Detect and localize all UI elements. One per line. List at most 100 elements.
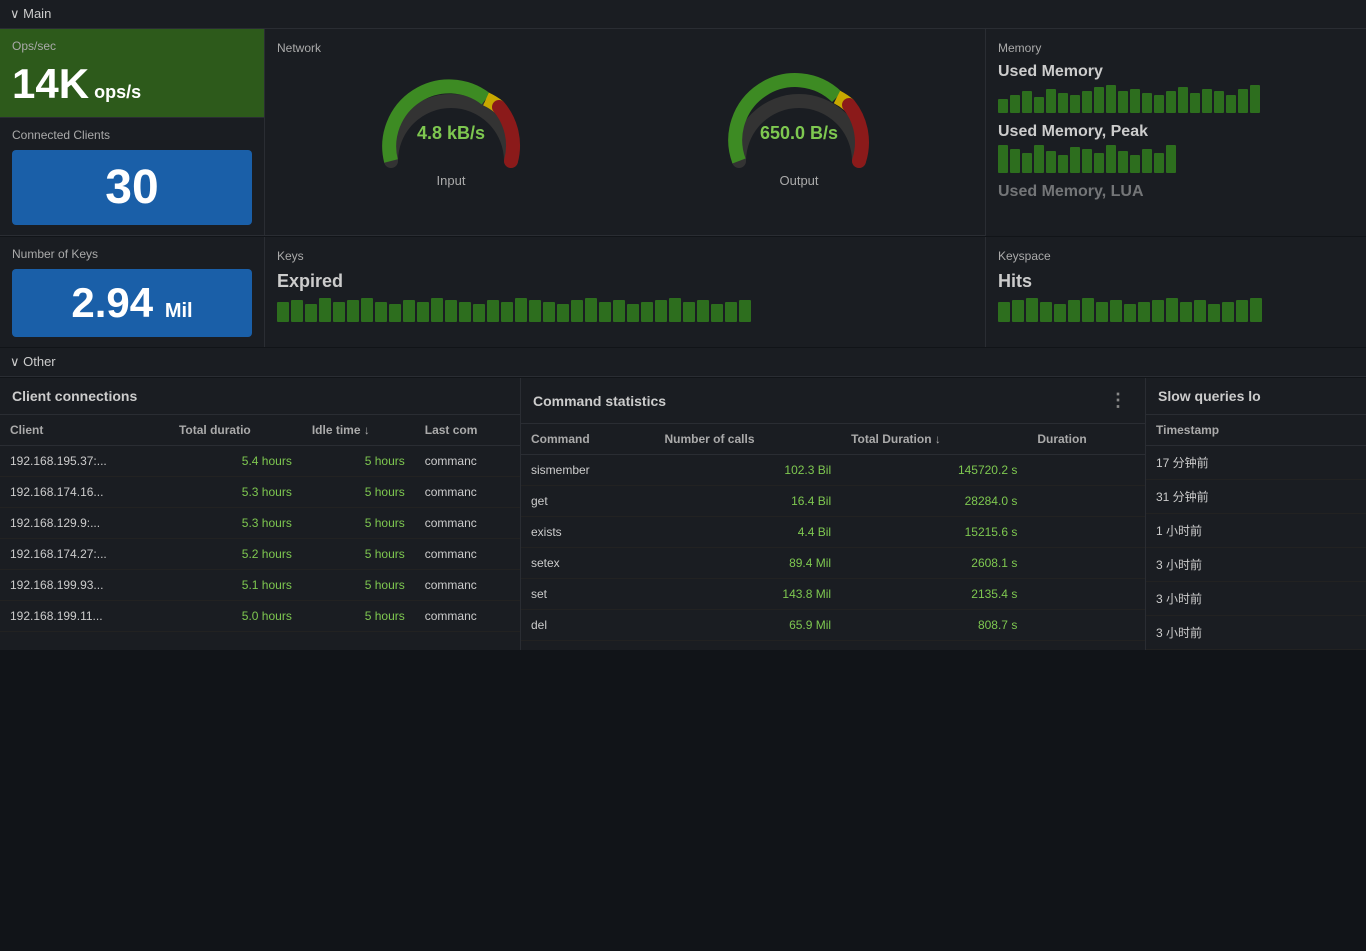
- idle-time: 5 hours: [302, 539, 415, 570]
- used-memory-peak-item: Used Memory, Peak: [998, 123, 1354, 173]
- number-of-keys-panel: Number of Keys 2.94 Mil: [0, 237, 264, 347]
- timestamp-val: 3 小时前: [1146, 548, 1366, 582]
- num-calls: 16.4 Bil: [654, 486, 841, 517]
- timestamp-val: 3 小时前: [1146, 616, 1366, 650]
- svg-text:650.0 B/s: 650.0 B/s: [760, 123, 838, 143]
- command-stats-panel: Command statistics ⋮ Command Number of c…: [521, 378, 1145, 650]
- idle-time: 5 hours: [302, 446, 415, 477]
- keyspace-panel: Keyspace Hits: [986, 237, 1366, 347]
- memory-panel: Memory Used Memory Used Memory, Peak: [986, 29, 1366, 236]
- total-duration: 5.2 hours: [169, 539, 302, 570]
- used-memory-label: Used Memory: [998, 63, 1354, 81]
- used-memory-lua-item: Used Memory, LUA: [998, 183, 1354, 201]
- total-dur-val: 2135.4 s: [841, 579, 1027, 610]
- expired-bars: [277, 298, 973, 322]
- table-row: set 143.8 Mil 2135.4 s: [521, 579, 1145, 610]
- memory-label: Memory: [998, 41, 1354, 55]
- other-section-header[interactable]: ∨ Other: [0, 348, 1366, 377]
- used-memory-peak-chart: [998, 145, 1354, 173]
- network-input-gauge: 4.8 kB/s Input: [371, 71, 531, 188]
- idle-time: 5 hours: [302, 570, 415, 601]
- table-row: 17 分钟前: [1146, 446, 1366, 480]
- num-calls: 4.4 Bil: [654, 517, 841, 548]
- col-num-calls: Number of calls: [654, 424, 841, 455]
- col-idle-time: Idle time ↓: [302, 415, 415, 446]
- keys-count-label: Number of Keys: [12, 247, 252, 261]
- input-gauge-svg: 4.8 kB/s: [371, 71, 531, 171]
- output-gauge-svg: 650.0 B/s: [719, 71, 879, 171]
- slow-queries-title: Slow queries lo: [1158, 388, 1261, 404]
- other-section-label: ∨ Other: [10, 354, 56, 370]
- used-memory-chart: [998, 85, 1354, 113]
- used-memory-item: Used Memory: [998, 63, 1354, 113]
- table-row: 31 分钟前: [1146, 480, 1366, 514]
- clients-label: Connected Clients: [12, 128, 252, 142]
- client-ip: 192.168.174.16...: [0, 477, 169, 508]
- main-section-label: ∨ Main: [10, 6, 51, 22]
- total-duration: 5.1 hours: [169, 570, 302, 601]
- col-total-duration: Total duratio: [169, 415, 302, 446]
- total-dur-val: 15215.6 s: [841, 517, 1027, 548]
- num-calls: 102.3 Bil: [654, 455, 841, 486]
- table-row: 3 小时前: [1146, 548, 1366, 582]
- total-dur-val: 28284.0 s: [841, 486, 1027, 517]
- main-section-header[interactable]: ∨ Main: [0, 0, 1366, 29]
- duration-val: [1027, 455, 1145, 486]
- command-name: del: [521, 610, 654, 641]
- num-calls: 89.4 Mil: [654, 548, 841, 579]
- svg-text:4.8 kB/s: 4.8 kB/s: [417, 123, 485, 143]
- idle-time: 5 hours: [302, 601, 415, 632]
- client-connections-title: Client connections: [12, 388, 137, 404]
- table-row: 192.168.199.11... 5.0 hours 5 hours comm…: [0, 601, 520, 632]
- last-command: commanc: [415, 477, 520, 508]
- duration-val: [1027, 517, 1145, 548]
- col-last-com: Last com: [415, 415, 520, 446]
- command-stats-header: Command statistics ⋮: [521, 378, 1145, 424]
- command-name: setex: [521, 548, 654, 579]
- command-stats-title: Command statistics: [533, 393, 666, 409]
- client-ip: 192.168.195.37:...: [0, 446, 169, 477]
- slow-queries-header: Slow queries lo: [1146, 378, 1366, 415]
- network-output-gauge: 650.0 B/s Output: [719, 71, 879, 188]
- timestamp-val: 31 分钟前: [1146, 480, 1366, 514]
- keyspace-label: Keyspace: [998, 249, 1354, 263]
- client-ip: 192.168.199.11...: [0, 601, 169, 632]
- table-row: 192.168.129.9:... 5.3 hours 5 hours comm…: [0, 508, 520, 539]
- expired-label: Expired: [277, 271, 973, 292]
- keys-label: Keys: [277, 249, 973, 263]
- total-dur-val: 2608.1 s: [841, 548, 1027, 579]
- duration-val: [1027, 610, 1145, 641]
- col-client: Client: [0, 415, 169, 446]
- client-ip: 192.168.129.9:...: [0, 508, 169, 539]
- total-dur-val: 808.7 s: [841, 610, 1027, 641]
- timestamp-val: 1 小时前: [1146, 514, 1366, 548]
- network-output-label: Output: [779, 173, 818, 188]
- command-stats-menu[interactable]: ⋮: [1103, 388, 1133, 413]
- table-row: 192.168.174.16... 5.3 hours 5 hours comm…: [0, 477, 520, 508]
- last-command: commanc: [415, 539, 520, 570]
- command-name: get: [521, 486, 654, 517]
- timestamp-val: 17 分钟前: [1146, 446, 1366, 480]
- used-memory-peak-label: Used Memory, Peak: [998, 123, 1354, 141]
- total-dur-val: 145720.2 s: [841, 455, 1027, 486]
- last-command: commanc: [415, 446, 520, 477]
- col-total-dur: Total Duration ↓: [841, 424, 1027, 455]
- client-ip: 192.168.199.93...: [0, 570, 169, 601]
- table-row: exists 4.4 Bil 15215.6 s: [521, 517, 1145, 548]
- table-row: 192.168.199.93... 5.1 hours 5 hours comm…: [0, 570, 520, 601]
- last-command: commanc: [415, 601, 520, 632]
- col-duration: Duration: [1027, 424, 1145, 455]
- col-command: Command: [521, 424, 654, 455]
- slow-queries-panel: Slow queries lo Timestamp 17 分钟前31 分钟前1 …: [1146, 378, 1366, 650]
- total-duration: 5.4 hours: [169, 446, 302, 477]
- last-command: commanc: [415, 570, 520, 601]
- client-connections-panel: Client connections Client Total duratio …: [0, 378, 520, 650]
- table-row: 1 小时前: [1146, 514, 1366, 548]
- total-duration: 5.0 hours: [169, 601, 302, 632]
- command-name: exists: [521, 517, 654, 548]
- network-input-label: Input: [437, 173, 466, 188]
- idle-time: 5 hours: [302, 477, 415, 508]
- connected-clients-panel: Connected Clients 30: [0, 118, 264, 235]
- table-row: sismember 102.3 Bil 145720.2 s: [521, 455, 1145, 486]
- table-row: 3 小时前: [1146, 616, 1366, 650]
